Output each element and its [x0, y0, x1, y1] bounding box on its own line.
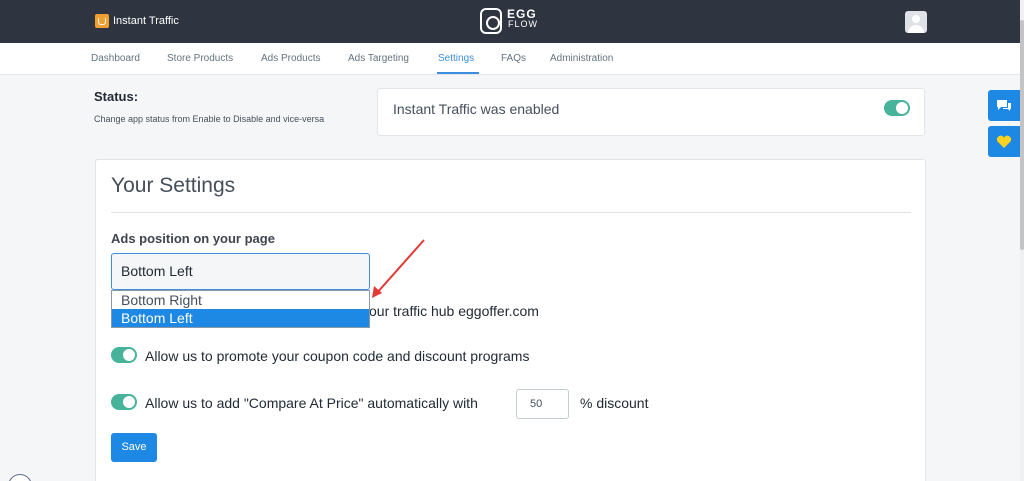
compare-price-label: Allow us to add "Compare At Price" autom…: [145, 395, 478, 411]
ads-position-label: Ads position on your page: [111, 231, 275, 246]
ads-position-dropdown: Bottom Right Bottom Left: [111, 290, 370, 328]
top-header: Instant Traffic EGG FLOW: [0, 0, 1020, 43]
save-button[interactable]: Save: [111, 433, 157, 462]
discount-suffix: % discount: [580, 395, 649, 411]
chat-icon-button[interactable]: [988, 90, 1020, 121]
egg-logo-icon: [480, 8, 502, 34]
active-tab-indicator: [437, 72, 479, 74]
chat-icon: [997, 99, 1011, 111]
app-logo-icon: [95, 14, 109, 28]
promote-coupon-toggle[interactable]: [111, 347, 137, 363]
promote-coupon-label: Allow us to promote your coupon code and…: [145, 348, 530, 364]
main-nav: Dashboard Store Products Ads Products Ad…: [0, 43, 1020, 75]
select-value: Bottom Left: [121, 263, 193, 279]
heart-icon: [996, 135, 1012, 148]
settings-title: Your Settings: [111, 174, 236, 197]
nav-administration[interactable]: Administration: [550, 53, 613, 64]
app-name: Instant Traffic: [113, 15, 179, 27]
scrollbar-thumb[interactable]: [1020, 20, 1024, 250]
ads-position-select[interactable]: Bottom Left: [111, 253, 370, 290]
nav-ads-targeting[interactable]: Ads Targeting: [348, 53, 409, 64]
traffic-hub-text: our traffic hub eggoffer.com: [369, 303, 539, 319]
option-bottom-left[interactable]: Bottom Left: [112, 309, 369, 327]
heart-icon-button[interactable]: [988, 126, 1020, 157]
status-message: Instant Traffic was enabled: [393, 101, 560, 117]
status-title: Status:: [94, 89, 139, 104]
annotation-arrow-icon: [372, 239, 425, 298]
page-scrollbar[interactable]: [1020, 0, 1024, 481]
nav-settings[interactable]: Settings: [438, 53, 474, 64]
settings-card: Your Settings Ads position on your page …: [95, 159, 926, 481]
nav-faqs[interactable]: FAQs: [501, 53, 526, 64]
status-toggle[interactable]: [884, 100, 910, 116]
nav-ads-products[interactable]: Ads Products: [261, 53, 320, 64]
nav-dashboard[interactable]: Dashboard: [91, 53, 140, 64]
help-icon[interactable]: [8, 474, 32, 481]
nav-store-products[interactable]: Store Products: [167, 53, 233, 64]
divider: [111, 212, 911, 213]
eggflow-logo: EGG FLOW: [480, 6, 542, 36]
brand-flow-text: FLOW: [508, 19, 538, 29]
user-avatar-icon[interactable]: [905, 11, 927, 33]
option-bottom-right[interactable]: Bottom Right: [112, 291, 369, 309]
discount-input[interactable]: 50: [516, 389, 569, 419]
compare-price-toggle[interactable]: [111, 394, 137, 410]
status-description: Change app status from Enable to Disable…: [94, 114, 325, 124]
status-card: Instant Traffic was enabled: [377, 88, 925, 136]
